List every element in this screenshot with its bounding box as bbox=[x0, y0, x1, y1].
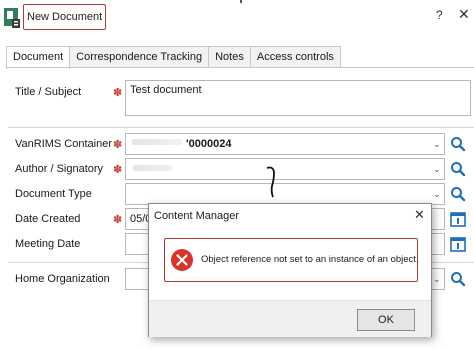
section-divider bbox=[8, 127, 474, 128]
window-close-button[interactable]: ✕ bbox=[458, 6, 470, 23]
required-marker-icon: ✽ bbox=[113, 139, 123, 151]
window-title-highlight: New Document bbox=[23, 4, 106, 30]
chevron-down-icon[interactable]: ⌄ bbox=[433, 164, 441, 175]
dialog-close-button[interactable]: ✕ bbox=[414, 207, 425, 223]
tab-notes[interactable]: Notes bbox=[208, 46, 251, 68]
title-subject-value: Test document bbox=[130, 84, 202, 96]
calendar-icon[interactable] bbox=[448, 234, 468, 254]
chevron-down-icon[interactable]: ⌄ bbox=[433, 274, 441, 285]
tab-document[interactable]: Document bbox=[6, 46, 71, 69]
required-marker-icon: ✽ bbox=[113, 164, 123, 176]
redacted-text bbox=[132, 139, 182, 145]
container-value: '0000024 bbox=[186, 138, 232, 150]
author-field[interactable] bbox=[125, 158, 445, 180]
help-button[interactable]: ? bbox=[436, 8, 443, 22]
search-icon[interactable] bbox=[448, 269, 468, 289]
required-marker-icon: ✽ bbox=[113, 87, 123, 99]
dialog-footer: OK bbox=[149, 300, 431, 337]
search-icon[interactable] bbox=[448, 159, 468, 179]
window-titlebar: New Document ? ✕ bbox=[0, 0, 474, 34]
document-type-field[interactable] bbox=[125, 183, 445, 205]
document-type-label: Document Type bbox=[15, 188, 92, 200]
date-created-label: Date Created bbox=[15, 213, 81, 225]
dialog-message-highlight: Object reference not set to an instance … bbox=[164, 238, 419, 282]
search-icon[interactable] bbox=[448, 184, 468, 204]
window-title: New Document bbox=[27, 11, 103, 23]
dialog-title: Content Manager bbox=[154, 210, 239, 222]
error-dialog: Content Manager ✕ Object reference not s… bbox=[148, 203, 432, 337]
required-marker-icon: ✽ bbox=[113, 214, 123, 226]
author-label: Author / Signatory bbox=[15, 163, 104, 175]
search-icon[interactable] bbox=[448, 134, 468, 154]
ok-button[interactable]: OK bbox=[357, 309, 415, 331]
document-app-icon bbox=[4, 8, 20, 28]
text-cursor-icon bbox=[266, 166, 275, 198]
chevron-down-icon[interactable]: ⌄ bbox=[433, 139, 441, 150]
title-subject-label: Title / Subject bbox=[15, 86, 82, 98]
tab-access-controls[interactable]: Access controls bbox=[249, 46, 341, 68]
error-icon bbox=[171, 249, 193, 271]
title-subject-field[interactable]: Test document bbox=[125, 80, 471, 116]
window-edge-mark bbox=[240, 0, 242, 3]
calendar-icon[interactable] bbox=[448, 209, 468, 229]
home-organization-label: Home Organization bbox=[15, 273, 110, 285]
container-label: VanRIMS Container bbox=[15, 138, 113, 150]
redacted-text bbox=[133, 165, 173, 171]
chevron-down-icon[interactable]: ⌄ bbox=[433, 189, 441, 200]
tab-correspondence-tracking[interactable]: Correspondence Tracking bbox=[69, 46, 210, 68]
tab-divider bbox=[6, 67, 474, 68]
dialog-message: Object reference not set to an instance … bbox=[201, 254, 419, 265]
meeting-date-label: Meeting Date bbox=[15, 238, 81, 250]
tab-strip: Document Correspondence Tracking Notes A… bbox=[6, 46, 341, 69]
